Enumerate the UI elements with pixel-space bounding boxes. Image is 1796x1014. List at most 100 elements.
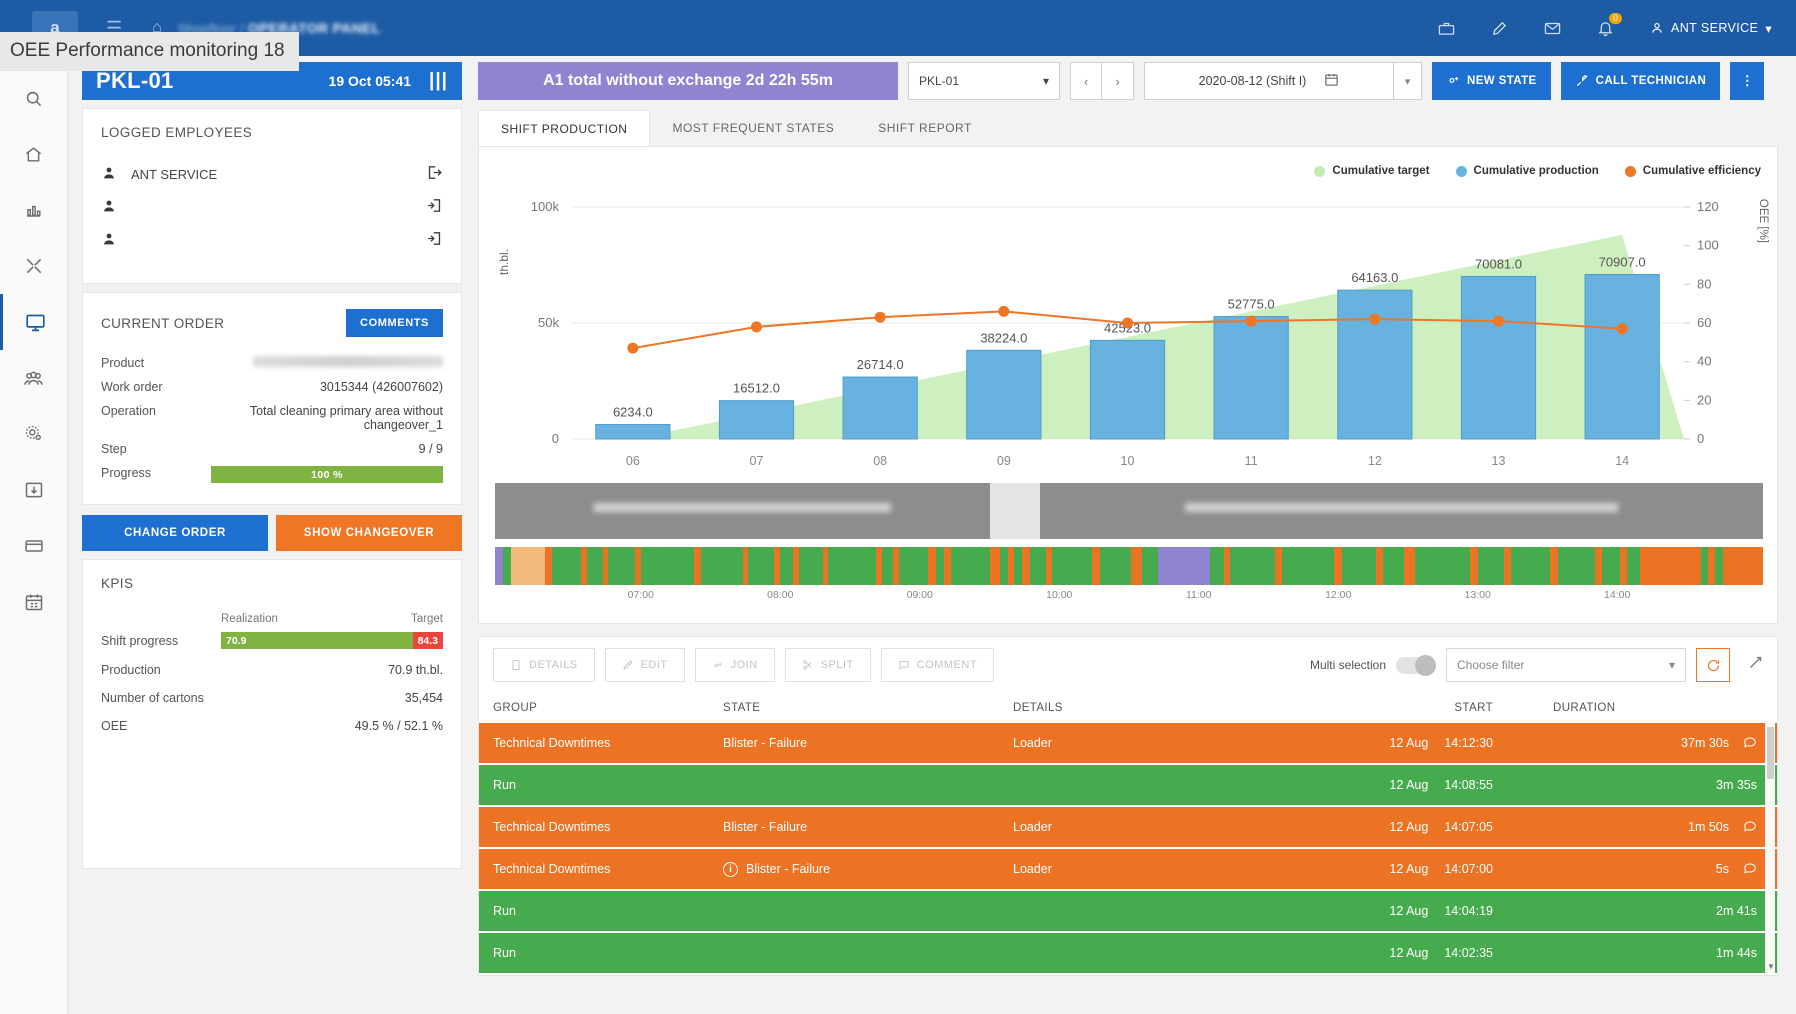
state-segment[interactable]: [1376, 547, 1383, 585]
state-segment[interactable]: [990, 547, 999, 585]
state-segment[interactable]: [828, 547, 875, 585]
filter-select[interactable]: Choose filter ▾: [1446, 648, 1686, 682]
order-segment[interactable]: [1040, 483, 1763, 539]
state-segment[interactable]: [1100, 547, 1132, 585]
state-segment[interactable]: [1404, 547, 1415, 585]
state-segment[interactable]: [793, 547, 800, 585]
state-segment[interactable]: [1008, 547, 1015, 585]
info-icon[interactable]: i: [723, 862, 738, 877]
state-segment[interactable]: [1715, 547, 1723, 585]
order-segment[interactable]: [990, 483, 1041, 539]
list-item[interactable]: [101, 224, 443, 257]
tab-shift-production[interactable]: SHIFT PRODUCTION: [478, 110, 650, 146]
join-button[interactable]: JOIN: [695, 648, 775, 682]
machine-menu-icon[interactable]: |||: [429, 70, 448, 92]
table-row[interactable]: Run12 Aug14:08:553m 35s: [479, 765, 1777, 805]
state-segment[interactable]: [748, 547, 774, 585]
state-segment[interactable]: [936, 547, 944, 585]
state-segment[interactable]: [1620, 547, 1627, 585]
state-segment[interactable]: [1550, 547, 1558, 585]
login-icon[interactable]: [426, 230, 443, 252]
state-segment[interactable]: [641, 547, 694, 585]
state-segment[interactable]: [1030, 547, 1046, 585]
show-changeover-button[interactable]: SHOW CHANGEOVER: [276, 515, 462, 551]
state-segment[interactable]: [780, 547, 793, 585]
state-segment[interactable]: [608, 547, 634, 585]
edit-button[interactable]: EDIT: [605, 648, 685, 682]
state-segment[interactable]: [1558, 547, 1595, 585]
list-item[interactable]: ANT SERVICE: [101, 158, 443, 191]
state-segment[interactable]: [545, 547, 552, 585]
change-order-button[interactable]: CHANGE ORDER: [82, 515, 268, 551]
table-scrollbar[interactable]: ▲ ▼: [1765, 723, 1775, 973]
calendar-icon[interactable]: [1324, 72, 1339, 90]
state-segment[interactable]: [1723, 547, 1763, 585]
state-segment[interactable]: [1470, 547, 1478, 585]
order-segment[interactable]: [495, 483, 990, 539]
state-segment[interactable]: [1046, 547, 1053, 585]
state-segment[interactable]: [1282, 547, 1335, 585]
state-segment[interactable]: [511, 547, 545, 585]
state-segment[interactable]: [552, 547, 581, 585]
state-segment[interactable]: [1092, 547, 1100, 585]
table-row[interactable]: Technical DowntimesiBlister - FailureLoa…: [479, 849, 1777, 889]
call-technician-button[interactable]: CALL TECHNICIAN: [1561, 62, 1721, 100]
table-row[interactable]: Technical DowntimesBlister - FailureLoad…: [479, 807, 1777, 847]
state-segment[interactable]: [1142, 547, 1158, 585]
state-segment[interactable]: [1602, 547, 1620, 585]
table-row[interactable]: Run12 Aug14:02:351m 44s: [479, 933, 1777, 973]
bell-icon[interactable]: 0: [1597, 20, 1614, 37]
state-segment[interactable]: [503, 547, 511, 585]
sidebar-item-search[interactable]: [0, 70, 68, 126]
comment-icon[interactable]: [1743, 819, 1757, 836]
state-segment[interactable]: [1383, 547, 1404, 585]
state-segment[interactable]: [1708, 547, 1715, 585]
tab-shift-report[interactable]: SHIFT REPORT: [856, 110, 994, 146]
comments-button[interactable]: COMMENTS: [346, 309, 443, 337]
refresh-button[interactable]: [1696, 648, 1730, 682]
state-segment[interactable]: [1334, 547, 1342, 585]
date-dropdown-toggle[interactable]: ▾: [1394, 62, 1422, 100]
expand-button[interactable]: [1748, 655, 1763, 675]
toolbox-icon[interactable]: [1438, 20, 1455, 37]
state-segment[interactable]: [694, 547, 701, 585]
state-segment[interactable]: [1210, 547, 1223, 585]
comment-icon[interactable]: [1743, 735, 1757, 752]
state-segment[interactable]: [587, 547, 603, 585]
mail-icon[interactable]: [1544, 20, 1561, 37]
state-segment[interactable]: [951, 547, 991, 585]
comment-button[interactable]: COMMENT: [881, 648, 994, 682]
scroll-down-icon[interactable]: ▼: [1767, 962, 1775, 971]
state-segment[interactable]: [928, 547, 936, 585]
machine-select[interactable]: PKL-01 ▾: [908, 62, 1060, 100]
state-segment[interactable]: [1415, 547, 1470, 585]
sidebar-item-card[interactable]: [0, 518, 68, 574]
state-segment[interactable]: [1478, 547, 1504, 585]
state-segment[interactable]: [495, 547, 503, 585]
state-segment[interactable]: [944, 547, 951, 585]
state-segment[interactable]: [1158, 547, 1211, 585]
brush-icon[interactable]: [1491, 20, 1508, 37]
table-row[interactable]: Run12 Aug14:04:192m 41s: [479, 891, 1777, 931]
state-segment[interactable]: [701, 547, 743, 585]
new-state-button[interactable]: NEW STATE: [1432, 62, 1551, 100]
state-segment[interactable]: [1000, 547, 1008, 585]
sidebar-item-settings[interactable]: [0, 406, 68, 462]
overflow-menu-button[interactable]: ⋮: [1730, 62, 1764, 100]
state-segment[interactable]: [876, 547, 883, 585]
state-segment[interactable]: [899, 547, 928, 585]
multi-selection-toggle[interactable]: Multi selection: [1310, 657, 1436, 674]
state-segment[interactable]: [1701, 547, 1709, 585]
user-menu[interactable]: ANT SERVICE ▾: [1650, 21, 1772, 36]
sidebar-item-download[interactable]: [0, 462, 68, 518]
toggle-switch[interactable]: [1396, 657, 1436, 674]
sidebar-item-people[interactable]: [0, 350, 68, 406]
legend-item-cumulative-efficiency[interactable]: Cumulative efficiency: [1625, 165, 1761, 177]
state-segment[interactable]: [882, 547, 893, 585]
state-segment[interactable]: [1224, 547, 1231, 585]
state-segment[interactable]: [1014, 547, 1022, 585]
order-timeline-strip[interactable]: [495, 483, 1763, 539]
state-segment[interactable]: [1275, 547, 1282, 585]
state-segment[interactable]: [1627, 547, 1640, 585]
sidebar-item-home[interactable]: [0, 126, 68, 182]
